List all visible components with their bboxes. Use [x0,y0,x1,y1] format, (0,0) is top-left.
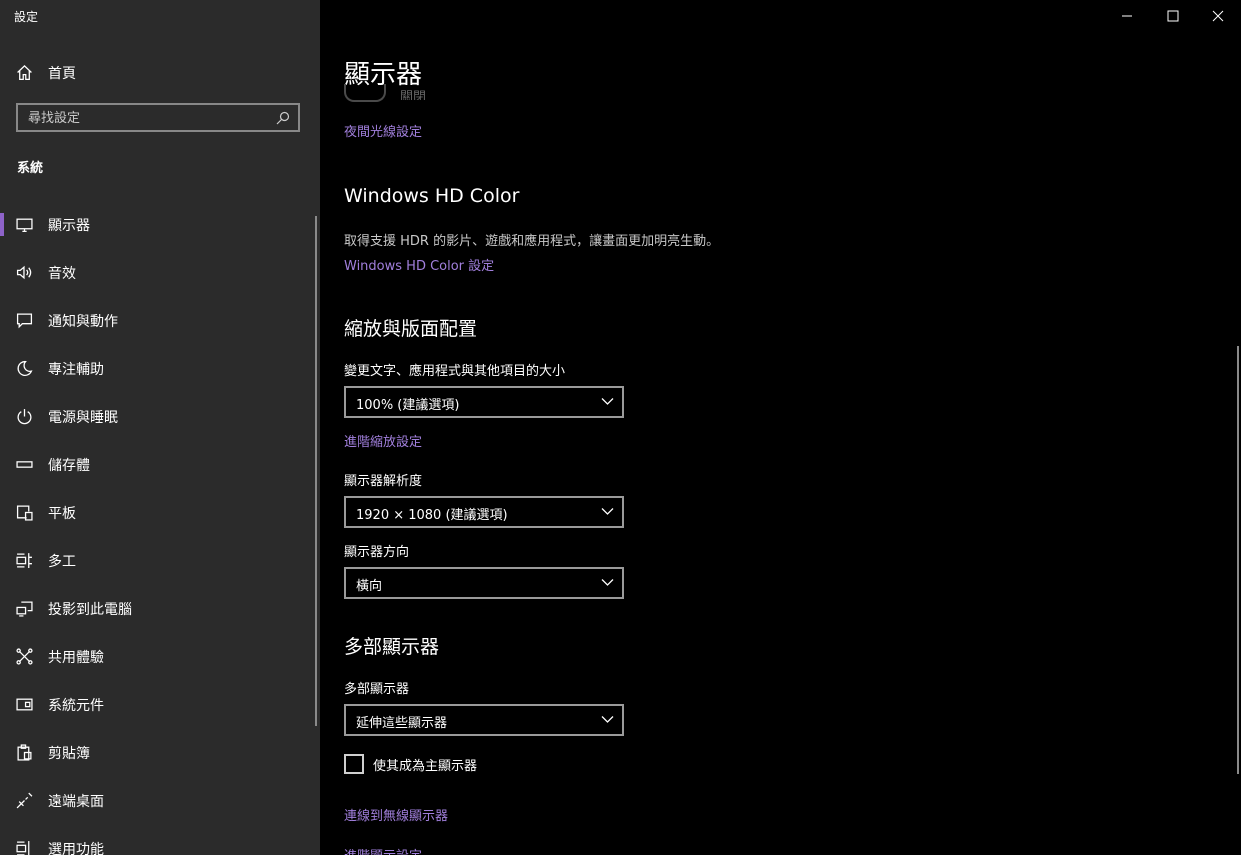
multiple-displays-label: 多部顯示器 [344,682,410,697]
sidebar-item-storage[interactable]: 儲存體 [0,444,316,484]
main-display-checkbox[interactable] [344,754,364,774]
night-light-toggle-state: 關閉 [400,90,427,100]
sidebar-item-tablet[interactable]: 平板 [0,492,316,532]
orientation-label: 顯示器方向 [344,545,410,560]
sidebar-item-label: 平板 [48,506,76,522]
minimize-button[interactable] [1104,0,1150,32]
content-scrollbar[interactable] [1237,346,1239,774]
search-box[interactable] [16,103,300,132]
orientation-dropdown[interactable]: 橫向 [344,567,624,599]
chevron-down-icon [601,508,614,515]
advanced-scaling-link[interactable]: 進階縮放設定 [344,431,422,450]
sidebar-item-label: 顯示器 [48,218,90,234]
resolution-dropdown[interactable]: 1920 × 1080 (建議選項) [344,496,624,528]
power-icon [17,409,32,425]
night-light-toggle[interactable] [344,84,386,102]
tablet-icon [16,505,33,521]
multiple-displays-value: 延伸這些顯示器 [356,716,448,731]
maximize-button[interactable] [1150,0,1196,32]
shared-experience-icon [16,648,33,665]
sidebar-item-label: 系統元件 [48,698,104,714]
close-button[interactable] [1195,0,1241,32]
sidebar-item-label: 遠端桌面 [48,794,104,810]
remote-desktop-icon [16,792,33,809]
sidebar-item-clipboard[interactable]: 剪貼簿 [0,732,316,772]
sidebar-item-shared-experiences[interactable]: 共用體驗 [0,636,316,676]
sidebar-item-label: 多工 [48,554,76,570]
main-content: 顯示器 關閉 夜間光線設定 Windows HD Color 取得支援 HDR … [320,0,1241,855]
sidebar-item-label: 投影到此電腦 [48,602,132,618]
sidebar-item-label: 電源與睡眠 [48,410,118,426]
sidebar-item-sound[interactable]: 音效 [0,252,316,292]
sidebar-item-label: 首頁 [48,66,76,82]
search-icon[interactable] [276,111,290,125]
sidebar-item-project-to-pc[interactable]: 投影到此電腦 [0,588,316,628]
sidebar-item-focus-assist[interactable]: 專注輔助 [0,348,316,388]
moon-icon [17,360,33,376]
sidebar-item-label: 通知與動作 [48,314,118,330]
multitasking-icon [16,553,32,568]
search-input[interactable] [28,109,268,127]
system-components-icon [16,698,33,711]
multiple-displays-heading: 多部顯示器 [344,636,440,658]
hd-color-heading: Windows HD Color [344,185,520,207]
chevron-down-icon [601,716,614,723]
resolution-value: 1920 × 1080 (建議選項) [356,508,508,523]
sidebar-item-label: 專注輔助 [48,362,104,378]
monitor-icon [16,218,33,233]
notification-icon [16,313,33,329]
close-icon [1212,10,1224,22]
speaker-icon [16,265,32,280]
chevron-down-icon [601,579,614,586]
window-title: 設定 [14,10,39,24]
sidebar-item-notifications[interactable]: 通知與動作 [0,300,316,340]
resolution-label: 顯示器解析度 [344,474,423,489]
section-label: 系統 [17,161,44,176]
advanced-display-settings-link[interactable]: 進階顯示設定 [344,845,422,855]
sidebar-item-label: 音效 [48,266,76,282]
main-display-checkbox-label[interactable]: 使其成為主顯示器 [373,755,477,774]
sidebar-item-label: 共用體驗 [48,650,104,666]
scale-label: 變更文字、應用程式與其他項目的大小 [344,364,566,379]
sidebar-item-power-sleep[interactable]: 電源與睡眠 [0,396,316,436]
hd-color-description: 取得支援 HDR 的影片、遊戲和應用程式，讓畫面更加明亮生動。 [344,234,720,249]
minimize-icon [1122,15,1132,17]
scale-layout-heading: 縮放與版面配置 [344,318,478,340]
sidebar-scrollbar[interactable] [315,216,317,726]
clipboard-icon [17,744,32,761]
projection-icon [16,601,33,617]
home-icon [17,65,32,81]
multiple-displays-dropdown[interactable]: 延伸這些顯示器 [344,704,624,736]
sidebar: 設定 首頁 系統 顯示器 音效 通知與動作 專注輔助 電源與睡眠 儲存體 平板 [0,0,320,855]
optional-features-icon [16,841,30,855]
sidebar-item-display[interactable]: 顯示器 [0,204,316,244]
sidebar-item-home[interactable]: 首頁 [0,52,316,92]
sidebar-item-label: 剪貼簿 [48,746,90,762]
storage-icon [16,461,33,468]
scale-value: 100% (建議選項) [356,398,460,413]
night-light-settings-link[interactable]: 夜間光線設定 [344,121,422,140]
chevron-down-icon [601,398,614,405]
sidebar-item-label: 儲存體 [48,458,90,474]
sidebar-item-label: 選用功能 [48,842,104,855]
orientation-value: 橫向 [356,579,383,594]
scale-dropdown[interactable]: 100% (建議選項) [344,386,624,418]
hd-color-settings-link[interactable]: Windows HD Color 設定 [344,255,494,274]
sidebar-item-system-components[interactable]: 系統元件 [0,684,316,724]
maximize-icon [1167,10,1179,22]
sidebar-item-remote-desktop[interactable]: 遠端桌面 [0,780,316,820]
sidebar-item-multitasking[interactable]: 多工 [0,540,316,580]
connect-wireless-display-link[interactable]: 連線到無線顯示器 [344,805,448,824]
sidebar-item-optional-features[interactable]: 選用功能 [0,828,316,855]
